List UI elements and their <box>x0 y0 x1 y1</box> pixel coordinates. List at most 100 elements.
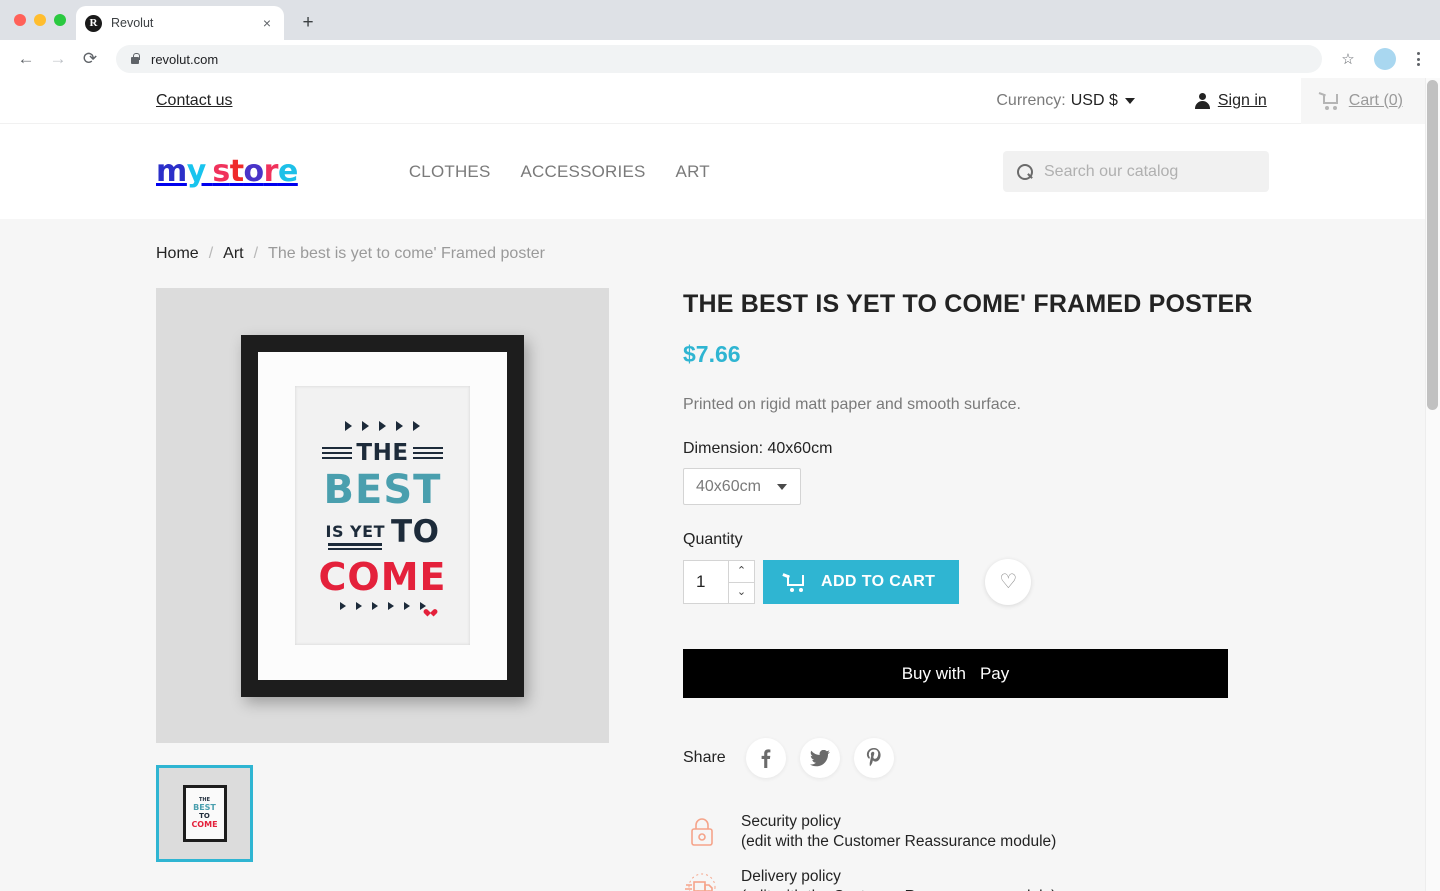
logo-letter-t: t <box>229 154 244 189</box>
site-header: mystore CLOTHES ACCESSORIES ART Search o… <box>0 124 1425 219</box>
policy-item-security: Security policy (edit with the Customer … <box>683 812 1269 853</box>
user-icon <box>1194 92 1210 109</box>
thumb-word-to: TO <box>199 812 210 820</box>
apple-pay-button[interactable]: Buy with Pay <box>683 649 1228 698</box>
artwork-word-the: THE <box>356 440 409 466</box>
poster-artwork: THE BEST IS YET TO COME <box>295 386 470 645</box>
quantity-input[interactable] <box>684 561 728 603</box>
breadcrumb-separator: / <box>208 245 214 262</box>
quantity-label: Quantity <box>683 531 743 548</box>
add-to-cart-button[interactable]: ADD TO CART <box>763 560 960 604</box>
minimize-window-button[interactable] <box>34 14 46 26</box>
thumbnail-mat: THE BEST TO COME <box>185 788 224 839</box>
logo-letter-m: m <box>156 154 187 189</box>
page-scrollbar[interactable] <box>1425 78 1440 891</box>
bookmark-star-icon[interactable]: ☆ <box>1334 45 1362 73</box>
thumbnail-list: THE BEST TO COME <box>156 765 609 862</box>
truck-policy-icon <box>683 868 721 891</box>
nav-item-accessories[interactable]: ACCESSORIES <box>521 162 646 182</box>
apple-pay-suffix: Pay <box>979 663 1010 683</box>
artwork-word-come: COME <box>318 555 447 599</box>
quantity-increase-button[interactable]: ⌃ <box>729 561 754 583</box>
chevron-down-icon <box>1124 97 1135 104</box>
share-row: Share <box>683 738 1269 778</box>
chevron-down-icon <box>776 483 787 490</box>
thumbnail-item[interactable]: THE BEST TO COME <box>156 765 253 862</box>
cart-label: Cart (0) <box>1348 91 1403 109</box>
browser-menu-icon[interactable] <box>1408 52 1428 66</box>
page-viewport: Contact us Currency: USD $ Sign in Cart … <box>0 78 1440 891</box>
policy-text-security: Security policy (edit with the Customer … <box>741 812 1056 853</box>
product-description: Printed on rigid matt paper and smooth s… <box>683 396 1021 413</box>
tab-strip: R Revolut × + <box>0 0 1440 40</box>
favicon-icon: R <box>85 14 102 32</box>
nav-item-art[interactable]: ART <box>676 162 710 182</box>
logo-letter-r: r <box>263 154 279 189</box>
breadcrumb-category[interactable]: Art <box>223 245 243 263</box>
artwork-word-to: TO <box>390 514 440 550</box>
product-layout: THE BEST IS YET TO COME THE BEST TO COME… <box>156 288 1269 891</box>
artwork-line-isyet: IS YET TO <box>326 514 440 550</box>
bars-left <box>322 446 353 460</box>
reload-button[interactable]: ⟳ <box>76 45 104 73</box>
policy-item-delivery: Delivery policy (edit with the Customer … <box>683 867 1269 891</box>
facebook-icon[interactable] <box>745 738 786 778</box>
breadcrumb-separator: / <box>253 245 259 262</box>
quantity-stepper[interactable]: ⌃ ⌄ <box>683 560 755 604</box>
search-icon <box>1017 163 1033 180</box>
heart-outline-icon: ♡ <box>999 571 1018 593</box>
quantity-buttons: ⌃ ⌄ <box>728 561 754 603</box>
forward-button[interactable]: → <box>44 45 72 73</box>
site-topbar: Contact us Currency: USD $ Sign in Cart … <box>0 78 1425 124</box>
arrow-row-bottom <box>339 602 426 610</box>
product-gallery: THE BEST IS YET TO COME THE BEST TO COME <box>156 288 609 891</box>
browser-tab[interactable]: R Revolut × <box>76 6 284 40</box>
maximize-window-button[interactable] <box>54 14 66 26</box>
quantity-decrease-button[interactable]: ⌄ <box>729 583 754 604</box>
cart-link[interactable]: Cart (0) <box>1300 78 1425 124</box>
profile-avatar[interactable] <box>1374 48 1396 70</box>
new-tab-button[interactable]: + <box>294 9 322 37</box>
logo-letter-e: e <box>277 154 298 189</box>
search-placeholder: Search our catalog <box>1044 162 1179 180</box>
currency-value: USD $ <box>1070 91 1118 109</box>
currency-selector[interactable]: Currency: USD $ <box>996 91 1135 110</box>
dimension-selected-value: 40x60cm <box>696 477 761 495</box>
cart-icon <box>782 572 805 592</box>
policy-text-delivery: Delivery policy (edit with the Customer … <box>741 867 1056 891</box>
main-navigation: CLOTHES ACCESSORIES ART <box>409 162 710 182</box>
arrow-row-top <box>345 421 420 431</box>
thumb-word-best: BEST <box>193 803 216 812</box>
add-to-wishlist-button[interactable]: ♡ <box>985 559 1032 605</box>
artwork-word-isyet: IS YET <box>325 522 385 541</box>
dimension-select[interactable]: 40x60cm <box>683 468 801 505</box>
contact-us-link[interactable]: Contact us <box>156 92 232 110</box>
apple-pay-prefix: Buy with <box>901 663 966 683</box>
pinterest-icon[interactable] <box>853 738 894 778</box>
sign-in-link[interactable]: Sign in <box>1194 92 1267 110</box>
share-label: Share <box>683 749 726 766</box>
product-main-image[interactable]: THE BEST IS YET TO COME <box>156 288 609 743</box>
breadcrumb-home[interactable]: Home <box>156 245 199 263</box>
address-bar[interactable]: revolut.com <box>116 45 1322 73</box>
search-input[interactable]: Search our catalog <box>1003 151 1269 192</box>
poster-frame: THE BEST IS YET TO COME <box>241 334 524 697</box>
thumbnail-frame: THE BEST TO COME <box>182 785 227 842</box>
nav-item-clothes[interactable]: CLOTHES <box>409 162 491 182</box>
window-controls <box>12 0 76 40</box>
scrollbar-thumb[interactable] <box>1427 80 1438 410</box>
topbar-right-group: Currency: USD $ Sign in Cart (0) <box>996 78 1425 124</box>
purchase-row: ⌃ ⌄ ADD TO CART ♡ <box>683 559 1269 605</box>
lock-policy-icon <box>683 813 721 851</box>
page-title: THE BEST IS YET TO COME' FRAMED POSTER <box>683 290 1253 318</box>
breadcrumb: Home / Art / The best is yet to come' Fr… <box>156 245 1269 263</box>
browser-toolbar: ← → ⟳ revolut.com ☆ <box>0 40 1440 78</box>
lock-icon <box>130 53 140 65</box>
site-logo[interactable]: mystore <box>156 154 298 189</box>
back-button[interactable]: ← <box>12 45 40 73</box>
close-tab-icon[interactable]: × <box>259 16 275 30</box>
dimension-label: Dimension: 40x60cm <box>683 440 833 457</box>
twitter-icon[interactable] <box>799 738 840 778</box>
currency-label: Currency: <box>996 91 1066 109</box>
close-window-button[interactable] <box>14 14 26 26</box>
